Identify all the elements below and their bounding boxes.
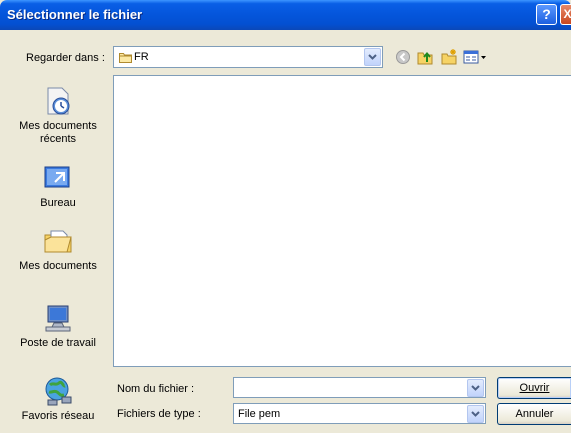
place-my-documents[interactable]: Mes documents <box>8 225 108 273</box>
place-label: Mes documents <box>19 260 97 272</box>
network-places-icon <box>45 377 72 406</box>
close-button[interactable]: X <box>560 4 571 25</box>
look-in-dropdown[interactable]: FR <box>113 46 383 68</box>
file-type-value: File pem <box>238 408 281 420</box>
file-name-dropdown-button[interactable] <box>467 379 484 397</box>
chevron-down-icon <box>471 411 480 417</box>
open-button[interactable]: Ouvrir <box>497 377 571 399</box>
view-menu-icon <box>463 50 486 64</box>
help-button[interactable]: ? <box>536 4 557 25</box>
view-menu-button[interactable] <box>462 48 490 66</box>
file-list[interactable] <box>113 75 571 367</box>
up-folder-button[interactable] <box>416 48 436 66</box>
file-type-dropdown-button[interactable] <box>467 405 484 423</box>
file-name-label: Nom du fichier : <box>117 383 195 395</box>
new-folder-icon <box>441 49 457 65</box>
look-in-dropdown-button[interactable] <box>364 48 381 66</box>
place-label: Mes documents <box>19 120 97 132</box>
place-label: Favoris réseau <box>21 410 95 422</box>
open-button-label: Ouvrir <box>519 382 550 394</box>
desktop-icon <box>44 166 70 188</box>
my-documents-icon <box>44 230 72 253</box>
up-folder-icon <box>417 51 433 65</box>
chevron-down-icon <box>471 385 480 391</box>
file-type-label: Fichiers de type : <box>117 408 201 420</box>
new-folder-button[interactable] <box>440 48 460 66</box>
recent-documents-icon <box>47 87 70 115</box>
file-type-dropdown[interactable]: File pem <box>233 403 486 424</box>
my-computer-icon <box>45 305 71 332</box>
back-icon <box>396 50 410 64</box>
title-bar[interactable]: Sélectionner le fichier ? X <box>0 0 571 30</box>
look-in-label: Regarder dans : <box>26 52 105 64</box>
place-desktop[interactable]: Bureau <box>8 162 108 210</box>
place-network[interactable]: Favoris réseau <box>8 375 108 423</box>
cancel-button[interactable]: Annuler <box>497 403 571 425</box>
window-title: Sélectionner le fichier <box>7 7 143 22</box>
place-recent-documents[interactable]: Mes documents récents <box>8 85 108 146</box>
place-label-line2: récents <box>39 133 77 145</box>
look-in-value: FR <box>134 51 149 63</box>
chevron-down-icon <box>368 54 377 60</box>
back-button[interactable] <box>394 48 414 66</box>
file-name-field[interactable] <box>233 377 486 398</box>
place-label: Poste de travail <box>20 337 96 349</box>
places-bar: Mes documents récents Bureau Mes documen… <box>8 75 108 433</box>
place-label: Bureau <box>40 197 76 209</box>
folder-icon <box>119 52 132 66</box>
place-my-computer[interactable]: Poste de travail <box>8 302 108 350</box>
